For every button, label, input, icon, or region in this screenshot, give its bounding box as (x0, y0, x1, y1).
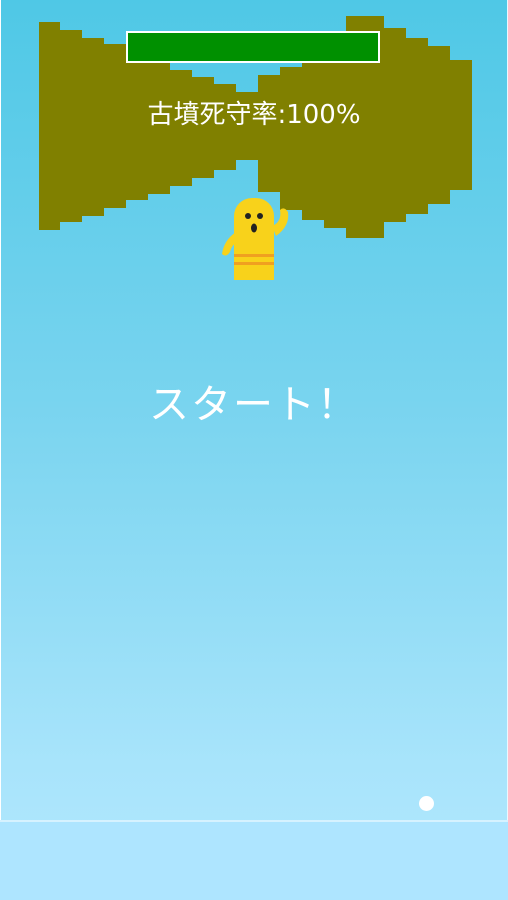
haniwa-character[interactable] (218, 196, 292, 284)
health-bar (126, 31, 380, 63)
character-band-1 (234, 254, 274, 257)
character-eye-left (245, 213, 251, 219)
game-stage[interactable]: 古墳死守率:100% スタート！ (0, 0, 508, 900)
start-message: スタート！ (149, 382, 359, 428)
character-band-2 (234, 262, 274, 265)
character-mouth (251, 223, 257, 233)
defense-rate-label: 古墳死守率:100% (147, 100, 361, 130)
character-arm-right (272, 208, 289, 236)
character-eye-right (257, 213, 263, 219)
ground (0, 822, 508, 900)
ball (419, 796, 434, 811)
health-bar-fill (128, 33, 378, 61)
